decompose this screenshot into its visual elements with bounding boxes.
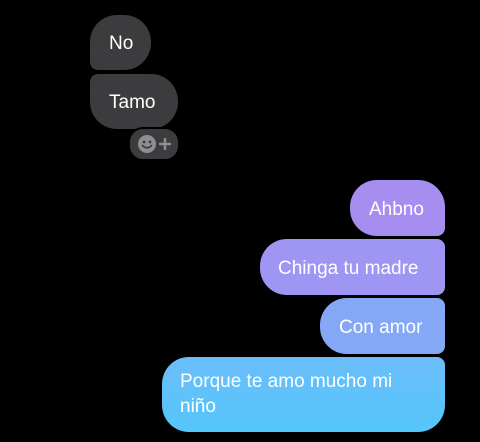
message-text: Chinga tu madre [278,258,419,279]
add-reaction-button[interactable] [128,127,180,161]
message-text: Con amor [339,317,423,338]
outgoing-message[interactable]: Con amor [320,298,445,354]
outgoing-message[interactable]: Chinga tu madre [260,239,445,295]
message-text: Porque te amo mucho mi niño [180,371,393,417]
plus-icon [159,138,171,150]
message-text: No [109,33,134,54]
message-text: Ahbno [369,199,424,220]
incoming-message[interactable]: No [90,15,151,70]
smiley-icon [137,134,157,154]
chat-thread: No Tamo Ahbno Chinga tu madre Con amor P… [0,0,480,442]
outgoing-message[interactable]: Ahbno [350,180,445,236]
outgoing-message[interactable]: Porque te amo mucho mi niño [162,357,445,432]
incoming-message[interactable]: Tamo [90,74,178,129]
message-text: Tamo [109,92,156,113]
